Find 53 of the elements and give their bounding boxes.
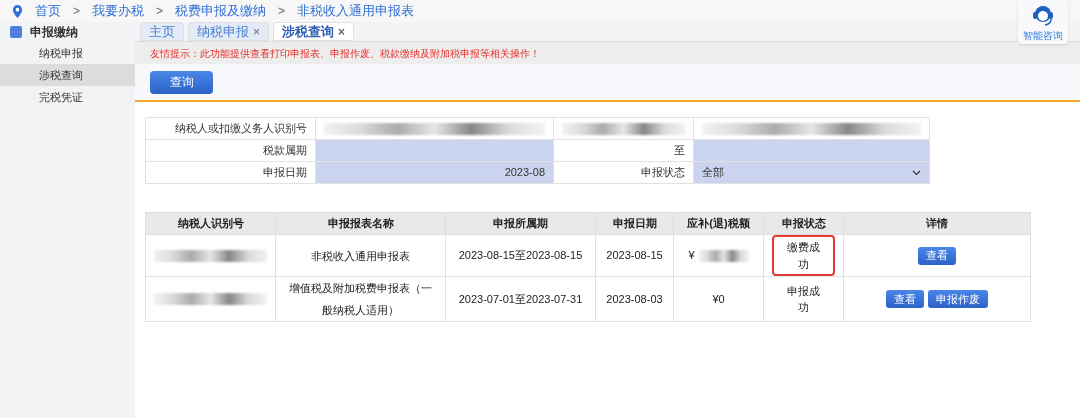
- form-field[interactable]: 2023-08: [315, 161, 554, 184]
- table-cell: 2023-08-03: [595, 276, 674, 322]
- tab[interactable]: 主页: [140, 22, 184, 41]
- breadcrumb-separator: >: [156, 3, 164, 20]
- form-field[interactable]: [315, 117, 554, 140]
- status-text: 申报成功: [786, 283, 821, 315]
- form-label: 税款属期: [145, 139, 316, 162]
- status-select[interactable]: 全部: [693, 161, 930, 184]
- action-button[interactable]: 申报作废: [928, 290, 988, 308]
- section-icon: [10, 26, 22, 38]
- breadcrumb-link[interactable]: 非税收入通用申报表: [297, 1, 415, 21]
- table-cell: 非税收入通用申报表: [275, 234, 446, 277]
- column-header: 申报日期: [595, 212, 674, 235]
- column-header: 申报状态: [763, 212, 844, 235]
- close-icon[interactable]: ×: [338, 22, 346, 41]
- form-field[interactable]: [693, 117, 930, 140]
- form-label: 申报状态: [553, 161, 694, 184]
- table-cell: 2023-07-01至2023-07-31: [445, 276, 596, 322]
- table-cell: 2023-08-15至2023-08-15: [445, 234, 596, 277]
- form-label: 纳税人或扣缴义务人识别号: [145, 117, 316, 140]
- form-label: 申报日期: [145, 161, 316, 184]
- form-field[interactable]: [315, 139, 554, 162]
- breadcrumb-separator: >: [73, 3, 80, 20]
- tab[interactable]: 涉税查询 ×: [273, 22, 355, 41]
- form-field[interactable]: [693, 139, 930, 162]
- sidebar-title: 申报缴纳: [30, 24, 78, 41]
- breadcrumb-separator: >: [278, 3, 286, 20]
- column-header: 申报报表名称: [275, 212, 446, 235]
- assistant-label: 智能咨询: [1023, 28, 1063, 43]
- sidebar-item[interactable]: 涉税查询: [0, 64, 135, 86]
- sidebar-item[interactable]: 纳税申报: [0, 42, 135, 64]
- location-pin-icon: [12, 4, 23, 18]
- column-header: 应补(退)税额: [673, 212, 764, 235]
- amount-text: ¥0: [712, 291, 725, 307]
- tab[interactable]: 纳税申报 ×: [188, 22, 269, 41]
- assistant-button[interactable]: 智能咨询: [1018, 0, 1068, 44]
- form-label: 至: [553, 139, 694, 162]
- table-cell: 增值税及附加税费申报表（一般纳税人适用）: [275, 276, 446, 322]
- chevron-down-icon: [912, 169, 921, 176]
- breadcrumb-link[interactable]: 税费申报及缴纳: [175, 1, 267, 21]
- breadcrumb-link[interactable]: 首页: [35, 1, 61, 21]
- sidebar-item[interactable]: 完税凭证: [0, 86, 135, 108]
- action-button[interactable]: 查看: [886, 290, 924, 308]
- table-cell: 2023-08-15: [595, 234, 674, 277]
- column-header: 申报所属期: [445, 212, 596, 235]
- action-button[interactable]: 查看: [918, 246, 956, 265]
- breadcrumb-link[interactable]: 我要办税: [92, 1, 144, 21]
- notice-text: 友情提示：此功能提供查看打印申报表、申报作废、税款缴纳及附加税申报等相关操作！: [150, 46, 540, 61]
- amount-text: ¥: [688, 248, 695, 264]
- close-icon[interactable]: ×: [253, 22, 260, 41]
- column-header: 详情: [843, 212, 1031, 235]
- query-button[interactable]: 查询: [150, 70, 213, 94]
- column-header: 纳税人识别号: [145, 212, 276, 235]
